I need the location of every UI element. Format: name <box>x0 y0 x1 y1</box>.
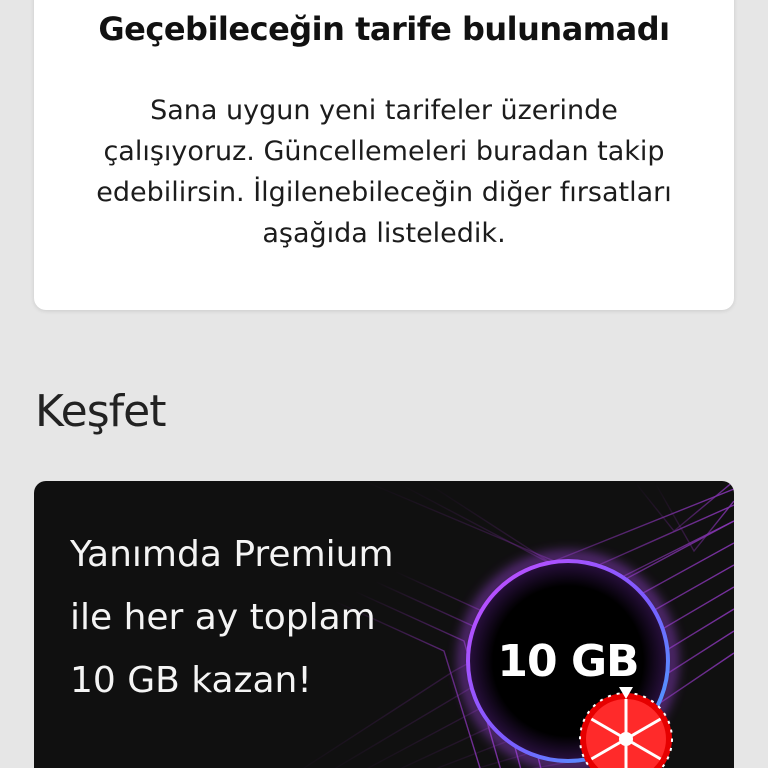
screen: Geçebileceğin tarife bulunamadı Sana uyg… <box>0 0 768 768</box>
discover-section-title: Keşfet <box>35 386 166 437</box>
empty-state-line: edebilirsin. İlgilenebileceğin diğer fır… <box>96 177 672 208</box>
empty-state-line: aşağıda listeledik. <box>262 218 506 249</box>
prize-wheel-icon <box>579 687 673 768</box>
empty-state-card: Geçebileceğin tarife bulunamadı Sana uyg… <box>34 0 734 310</box>
empty-state-line: çalışıyoruz. Güncellemeleri buradan taki… <box>103 136 665 167</box>
empty-state-title: Geçebileceğin tarife bulunamadı <box>98 10 670 48</box>
promo-banner-card[interactable]: Yanımda Premium ile her ay toplam 10 GB … <box>34 481 734 768</box>
empty-state-message: Sana uygun yeni tarifeler üzerinde çalış… <box>64 90 704 254</box>
empty-state-line: Sana uygun yeni tarifeler üzerinde <box>150 95 618 126</box>
